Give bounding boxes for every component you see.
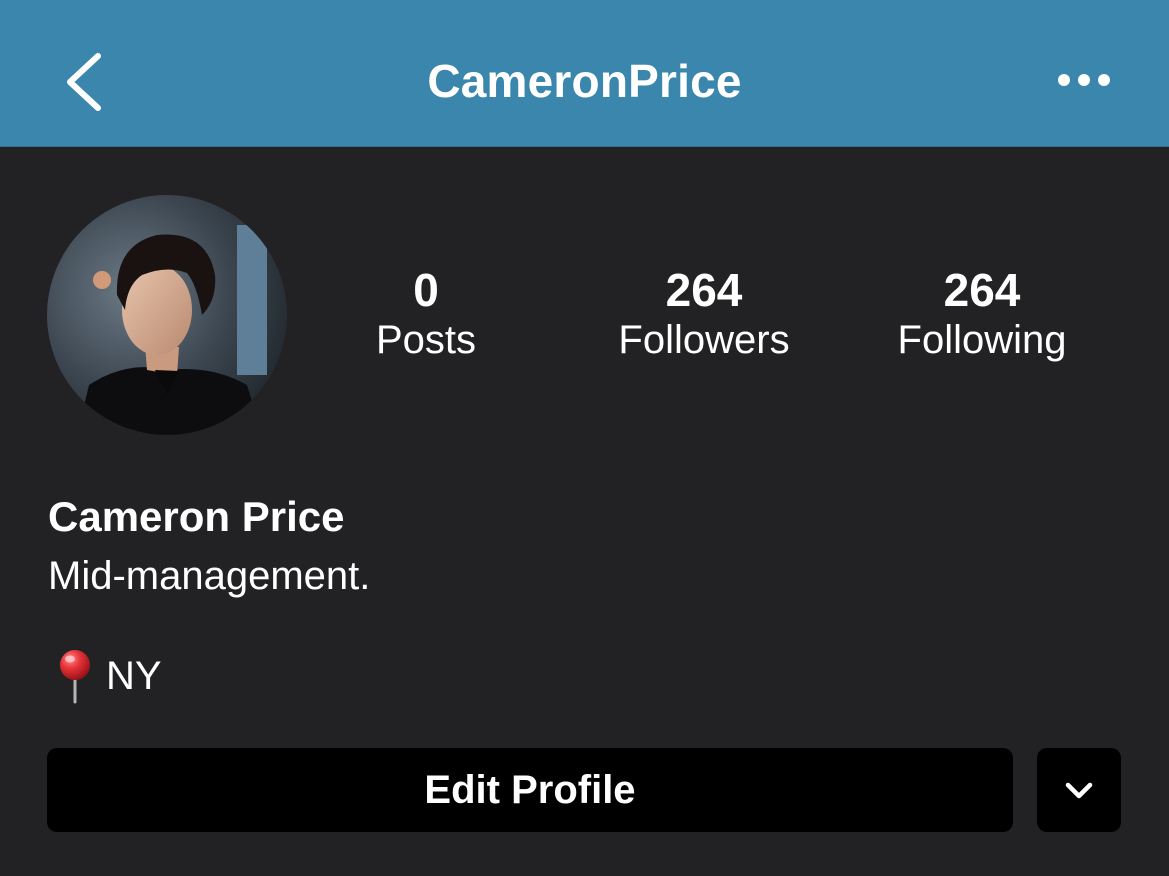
more-options-button[interactable]	[1048, 60, 1118, 100]
posts-label: Posts	[375, 318, 477, 362]
followers-label: Followers	[618, 318, 790, 362]
following-count: 264	[943, 264, 1021, 316]
location: NY	[52, 646, 162, 706]
avatar[interactable]	[47, 195, 287, 435]
followers-count: 264	[665, 264, 743, 316]
posts-stat[interactable]: 0 Posts	[296, 262, 556, 364]
profile-photo	[47, 195, 287, 435]
more-horizontal-icon	[1058, 74, 1110, 86]
following-label: Following	[897, 318, 1067, 362]
profile-screen: CameronPrice 0 Posts 264 Followers 264 F…	[0, 0, 1169, 876]
suggestions-dropdown-button[interactable]	[1037, 748, 1121, 832]
chevron-down-icon	[1065, 782, 1093, 799]
top-nav-bar: CameronPrice	[0, 0, 1169, 147]
profile-name: Cameron Price	[48, 493, 345, 540]
pushpin-icon	[60, 650, 90, 704]
posts-count: 0	[413, 264, 439, 316]
location-text: NY	[106, 654, 162, 698]
profile-bio: Mid-management.	[48, 554, 371, 598]
edit-profile-button[interactable]: Edit Profile	[47, 748, 1013, 832]
following-stat[interactable]: 264 Following	[852, 262, 1112, 364]
page-title: CameronPrice	[427, 55, 742, 107]
followers-stat[interactable]: 264 Followers	[574, 262, 834, 364]
